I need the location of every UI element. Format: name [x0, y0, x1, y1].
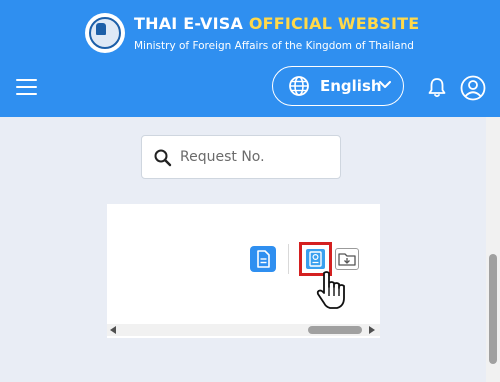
language-label: English [320, 77, 382, 95]
folder-download-icon [338, 253, 356, 266]
scroll-left-arrow-icon[interactable] [110, 326, 116, 334]
application-table-panel [107, 204, 380, 338]
site-header: THAI E-VISA OFFICIAL WEBSITE Ministry of… [0, 0, 500, 117]
request-number-input[interactable] [180, 147, 330, 167]
bell-icon[interactable] [428, 77, 446, 98]
globe-icon [289, 76, 309, 96]
view-document-button[interactable] [250, 246, 276, 272]
request-search-field [141, 135, 341, 179]
horizontal-scroll-thumb[interactable] [308, 326, 362, 334]
hand-pointer-cursor-icon [316, 271, 345, 309]
language-selector-button[interactable]: English [272, 66, 404, 106]
site-title: THAI E-VISA OFFICIAL WEBSITE [134, 14, 419, 33]
document-icon [257, 250, 270, 268]
download-folder-button[interactable] [335, 248, 359, 270]
site-title-main: THAI E-VISA [134, 14, 244, 33]
site-subtitle: Ministry of Foreign Affairs of the Kingd… [134, 40, 414, 52]
action-divider [288, 244, 289, 274]
vertical-scrollbar[interactable] [486, 117, 500, 382]
scroll-right-arrow-icon[interactable] [369, 326, 375, 334]
seal-emblem-icon [85, 13, 125, 53]
user-account-icon[interactable] [460, 75, 486, 101]
search-icon [154, 149, 172, 167]
passport-icon [309, 251, 322, 267]
site-title-accent: OFFICIAL WEBSITE [248, 14, 420, 33]
chevron-down-icon [379, 81, 391, 88]
vertical-scroll-thumb[interactable] [489, 254, 497, 364]
horizontal-scrollbar[interactable] [107, 324, 380, 336]
hamburger-menu-icon[interactable] [16, 78, 38, 96]
